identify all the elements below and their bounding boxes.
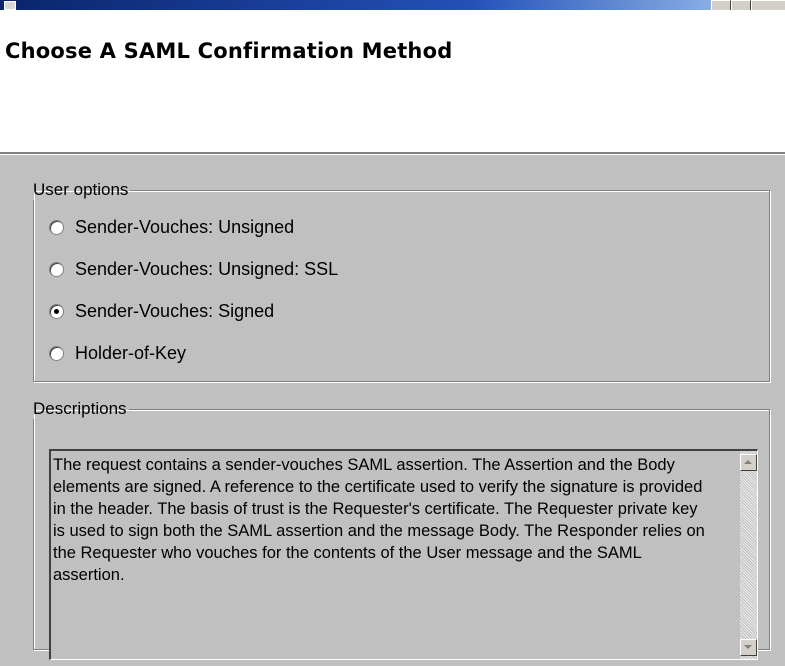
- header-divider: [0, 152, 785, 155]
- scroll-down-button[interactable]: [740, 639, 757, 656]
- option-sender-vouches-signed[interactable]: Sender-Vouches: Signed: [49, 298, 274, 324]
- user-options-legend: User options: [33, 180, 129, 199]
- arrow-down-icon: [744, 645, 752, 649]
- option-sender-vouches-unsigned[interactable]: Sender-Vouches: Unsigned: [49, 214, 294, 240]
- option-label: Sender-Vouches: Unsigned: [75, 216, 295, 237]
- option-label: Holder-of-Key: [75, 342, 187, 363]
- description-text: The request contains a sender-vouches SA…: [53, 456, 705, 584]
- wizard-header: Choose A SAML Confirmation Method: [0, 10, 785, 152]
- arrow-up-icon: [744, 460, 752, 464]
- scroll-up-button[interactable]: [740, 454, 757, 471]
- window-icon[interactable]: [4, 1, 16, 10]
- option-label: Sender-Vouches: Signed: [75, 300, 275, 321]
- title-bar: [0, 0, 785, 11]
- descriptions-group: Descriptions The request contains a send…: [33, 399, 770, 660]
- option-holder-of-key[interactable]: Holder-of-Key: [49, 340, 186, 366]
- radio-button[interactable]: [49, 345, 64, 361]
- option-sender-vouches-unsigned-ssl[interactable]: Sender-Vouches: Unsigned: SSL: [49, 256, 338, 282]
- radio-button-selected[interactable]: [49, 303, 64, 319]
- descriptions-legend: Descriptions: [33, 399, 127, 418]
- radio-button[interactable]: [49, 219, 64, 235]
- description-textarea[interactable]: The request contains a sender-vouches SA…: [49, 449, 758, 660]
- vertical-scrollbar[interactable]: [740, 451, 757, 659]
- option-label: Sender-Vouches: Unsigned: SSL: [75, 258, 339, 279]
- user-options-group: User options Sender-Vouches: Unsigned Se…: [33, 180, 770, 382]
- page-title: Choose A SAML Confirmation Method: [5, 39, 453, 63]
- radio-button[interactable]: [49, 261, 64, 277]
